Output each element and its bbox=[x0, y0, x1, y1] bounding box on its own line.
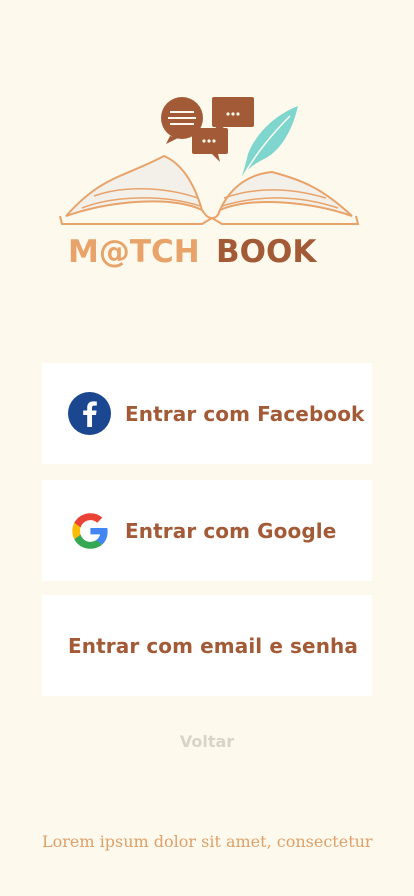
open-book-chat-quill-logo: M@TCH BOOK bbox=[59, 97, 360, 270]
google-icon bbox=[68, 509, 111, 552]
logo-word-match: M@TCH bbox=[68, 234, 200, 270]
facebook-login-label: Entrar com Facebook bbox=[125, 401, 365, 426]
google-login-label: Entrar com Google bbox=[125, 518, 337, 543]
facebook-icon bbox=[68, 392, 111, 435]
google-login-button[interactable]: Entrar com Google bbox=[42, 480, 372, 581]
email-login-label: Entrar com email e senha bbox=[68, 633, 358, 658]
back-link[interactable]: Voltar bbox=[0, 732, 414, 751]
email-login-button[interactable]: Entrar com email e senha bbox=[42, 595, 372, 696]
facebook-login-button[interactable]: Entrar com Facebook bbox=[42, 363, 372, 464]
app-logo: M@TCH BOOK bbox=[52, 92, 362, 272]
logo-word-book: BOOK bbox=[216, 234, 317, 270]
footer-text: Lorem ipsum dolor sit amet, consectetur bbox=[42, 832, 373, 851]
